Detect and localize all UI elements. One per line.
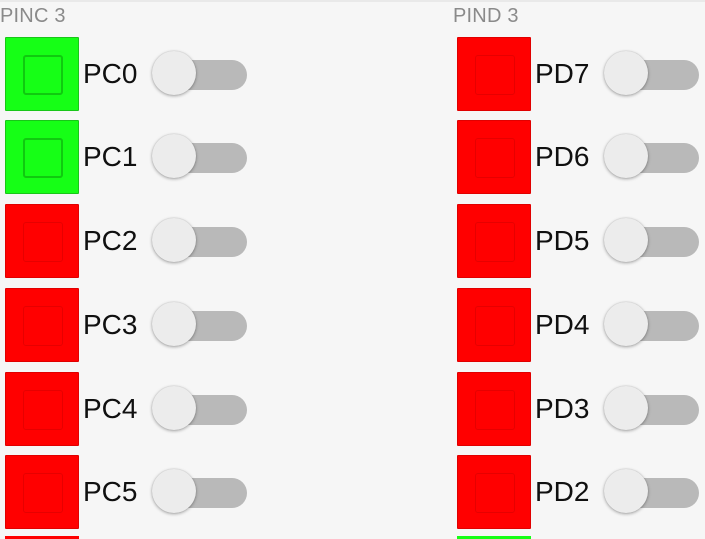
switch-thumb[interactable]: [152, 469, 196, 513]
switch-thumb[interactable]: [604, 302, 648, 346]
led-inner-square: [475, 138, 515, 178]
port-d-title: PIND 3: [453, 5, 519, 27]
pin-led-pd5: [457, 204, 531, 278]
pin-led-pc1: [5, 120, 79, 194]
pin-switch-pd2[interactable]: [602, 467, 700, 517]
led-inner-square: [23, 473, 63, 513]
led-inner-square: [23, 390, 63, 430]
led-inner-square: [23, 222, 63, 262]
pin-label-pd2: PD2: [535, 476, 590, 507]
pin-led-pd4: [457, 288, 531, 362]
pin-row-pd7: PD7: [452, 37, 702, 111]
pin-row-pc4: PC4: [0, 372, 250, 446]
switch-thumb[interactable]: [604, 386, 648, 430]
pin-led-pd2: [457, 455, 531, 529]
pin-label-pc5: PC5: [83, 476, 138, 507]
switch-thumb[interactable]: [152, 51, 196, 95]
pin-led-pc2: [5, 204, 79, 278]
led-inner-square: [23, 306, 63, 346]
pin-label-pc1: PC1: [83, 141, 138, 172]
pin-switch-pc4[interactable]: [150, 384, 248, 434]
pin-label-pd4: PD4: [535, 309, 590, 340]
led-inner-square: [23, 55, 63, 95]
pin-switch-pd5[interactable]: [602, 216, 700, 266]
pin-label-pd7: PD7: [535, 58, 590, 89]
pin-row-pd4: PD4: [452, 288, 702, 362]
led-inner-square: [23, 138, 63, 178]
port-c-title: PINC 3: [0, 5, 66, 27]
pin-switch-pc0[interactable]: [150, 49, 248, 99]
switch-thumb[interactable]: [604, 218, 648, 262]
pin-row-pc2: PC2: [0, 204, 250, 278]
pin-switch-pc3[interactable]: [150, 300, 248, 350]
pin-switch-pc1[interactable]: [150, 132, 248, 182]
pin-led-pc3: [5, 288, 79, 362]
switch-thumb[interactable]: [604, 469, 648, 513]
pin-row-pd5: PD5: [452, 204, 702, 278]
top-divider: [0, 0, 705, 2]
pin-switch-pc2[interactable]: [150, 216, 248, 266]
pin-label-pd6: PD6: [535, 141, 590, 172]
pin-row-pc5: PC5: [0, 455, 250, 529]
pin-label-pc0: PC0: [83, 58, 138, 89]
pin-switch-pd6[interactable]: [602, 132, 700, 182]
pin-label-pc2: PC2: [83, 225, 138, 256]
pin-row-pd2: PD2: [452, 455, 702, 529]
pin-label-pd3: PD3: [535, 393, 590, 424]
pin-led-pc0: [5, 37, 79, 111]
switch-thumb[interactable]: [152, 134, 196, 178]
led-inner-square: [475, 222, 515, 262]
pin-led-pd6: [457, 120, 531, 194]
pin-led-pd7: [457, 37, 531, 111]
pin-label-pc4: PC4: [83, 393, 138, 424]
pin-switch-pc5[interactable]: [150, 467, 248, 517]
pin-row-pd3: PD3: [452, 372, 702, 446]
pin-row-pc0: PC0: [0, 37, 250, 111]
pin-row-pc1: PC1: [0, 120, 250, 194]
pin-label-pc3: PC3: [83, 309, 138, 340]
led-inner-square: [475, 306, 515, 346]
switch-thumb[interactable]: [152, 218, 196, 262]
switch-thumb[interactable]: [152, 386, 196, 430]
pin-switch-pd4[interactable]: [602, 300, 700, 350]
led-inner-square: [475, 390, 515, 430]
pin-led-pc4: [5, 372, 79, 446]
pin-label-pd5: PD5: [535, 225, 590, 256]
switch-thumb[interactable]: [152, 302, 196, 346]
pin-switch-pd3[interactable]: [602, 384, 700, 434]
led-inner-square: [475, 473, 515, 513]
pin-switch-pd7[interactable]: [602, 49, 700, 99]
led-inner-square: [475, 55, 515, 95]
switch-thumb[interactable]: [604, 134, 648, 178]
pin-led-pd3: [457, 372, 531, 446]
pin-row-pc3: PC3: [0, 288, 250, 362]
pin-row-pd6: PD6: [452, 120, 702, 194]
pin-led-pc5: [5, 455, 79, 529]
switch-thumb[interactable]: [604, 51, 648, 95]
